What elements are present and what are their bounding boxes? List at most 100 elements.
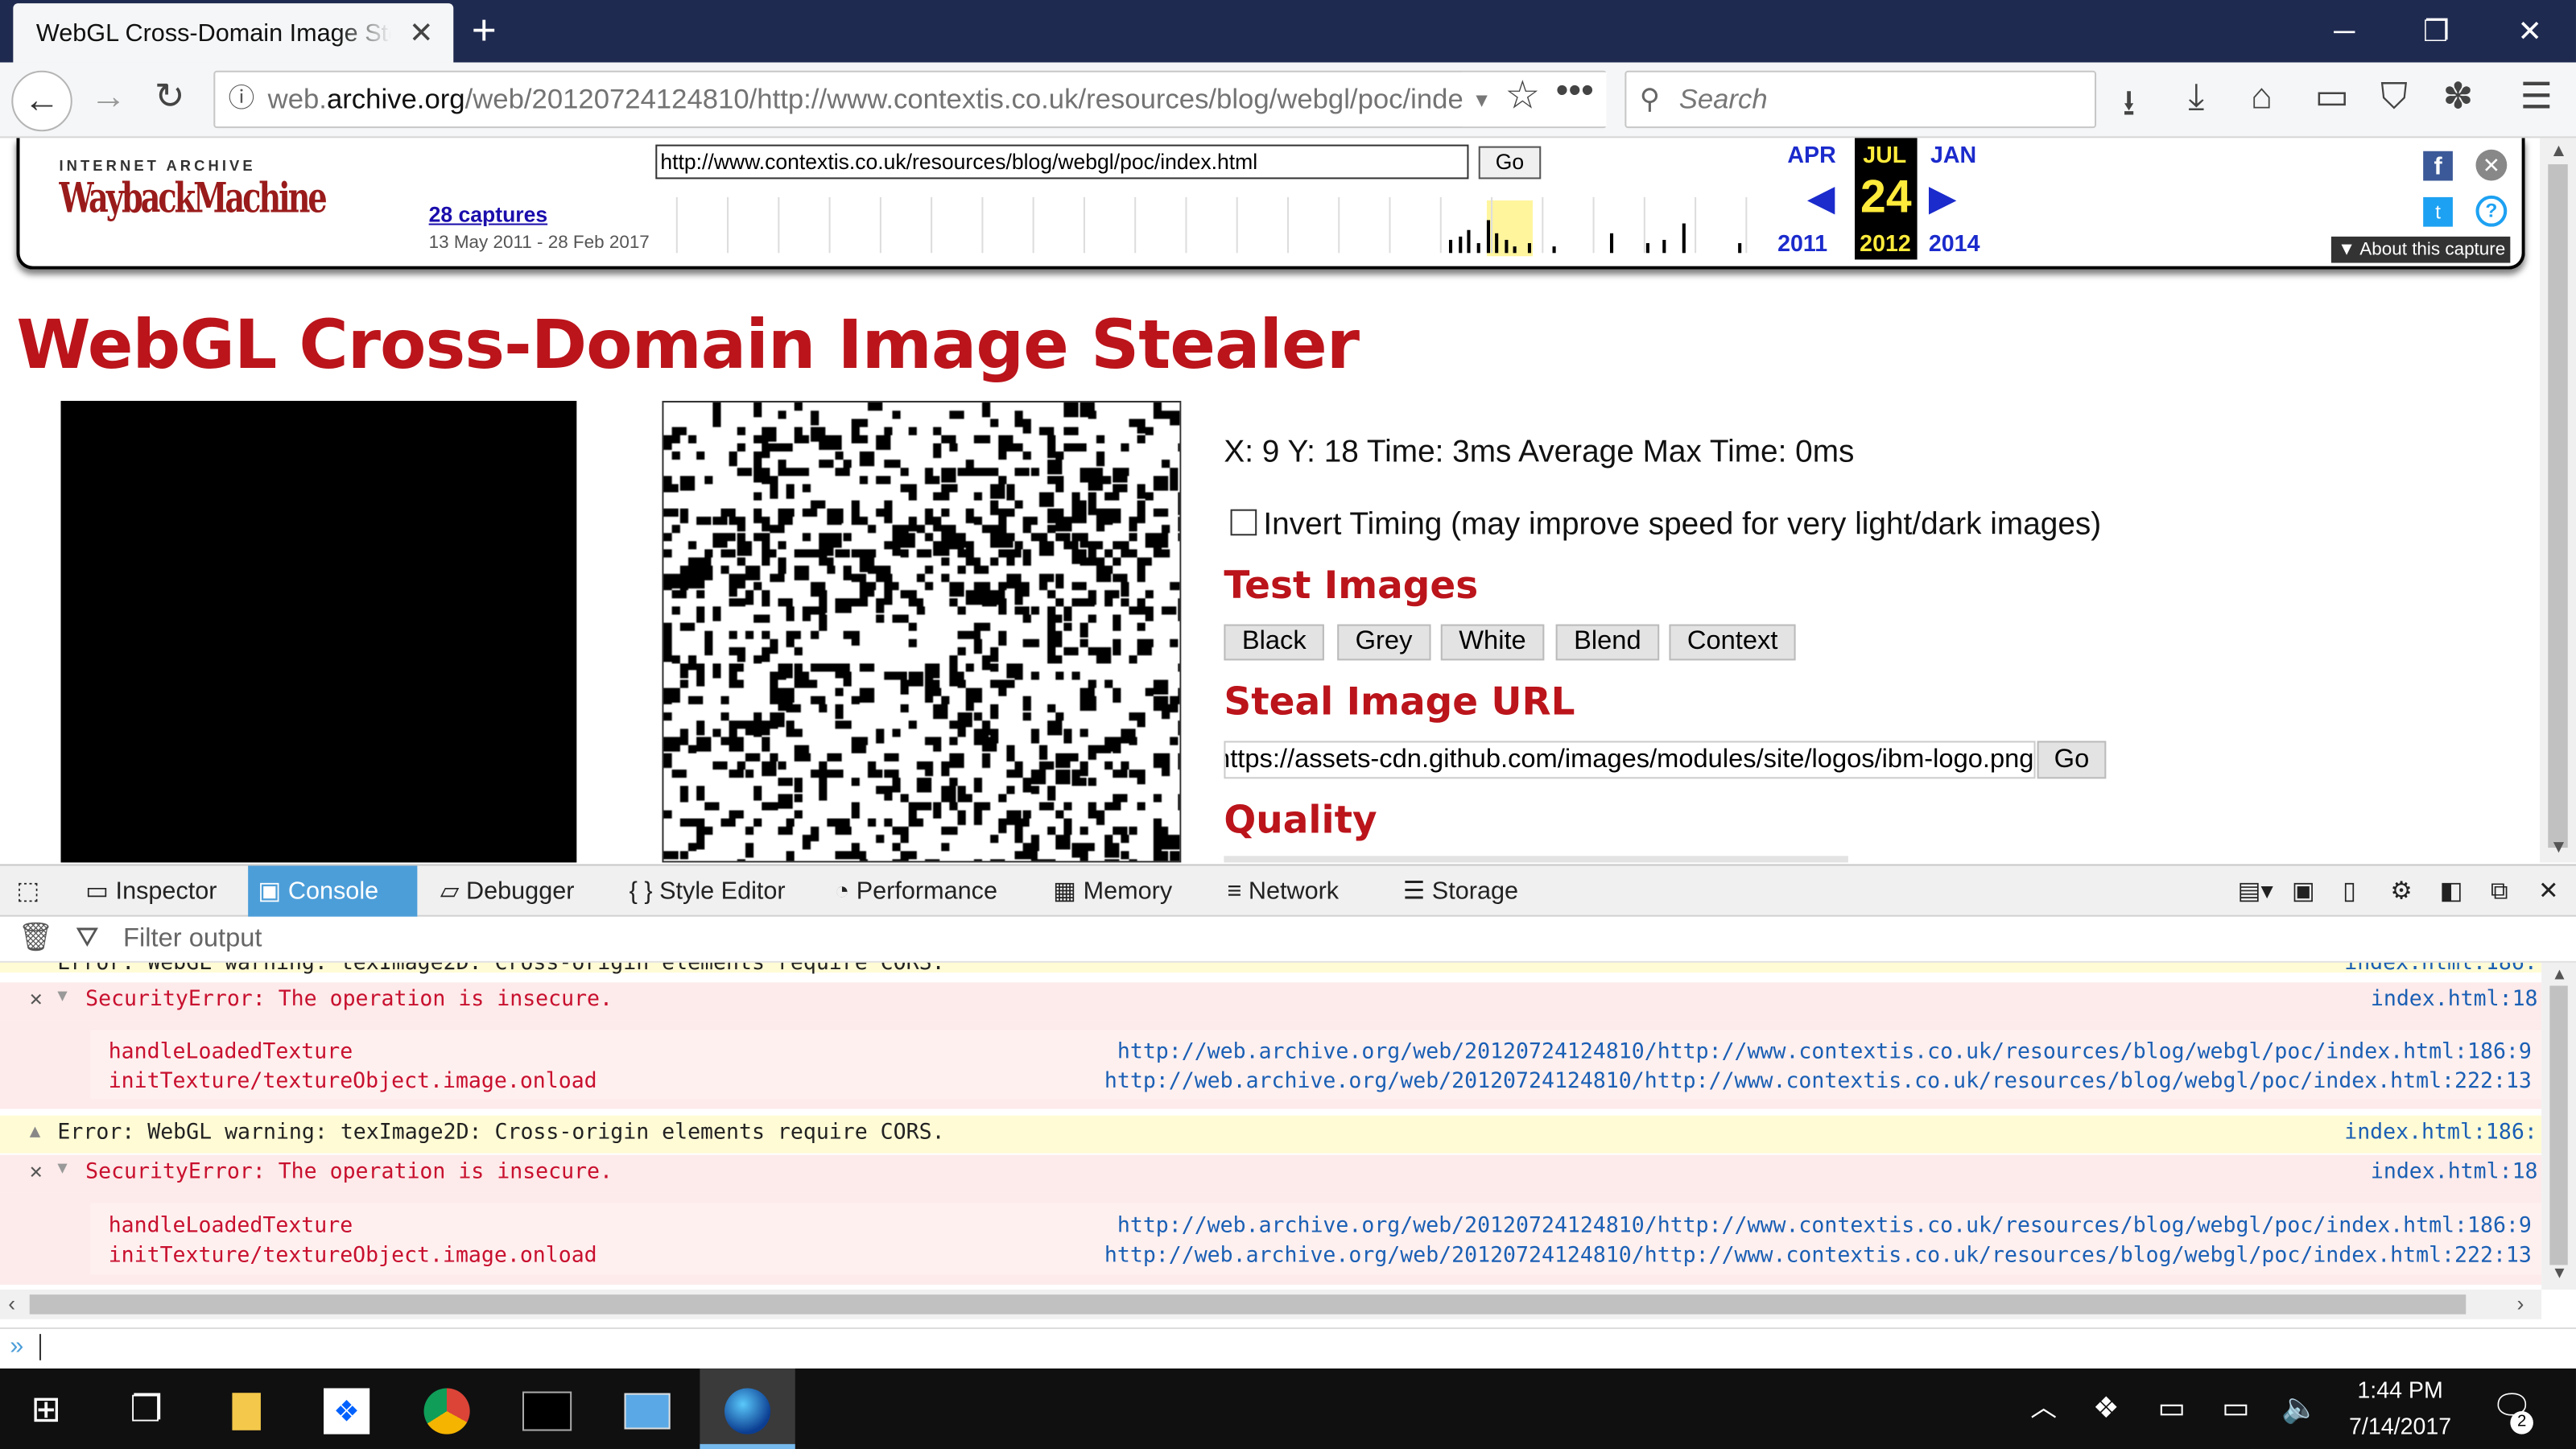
photos-icon[interactable] <box>605 1368 690 1449</box>
console-scroll-thumb[interactable] <box>2549 985 2568 1265</box>
notifications-icon[interactable]: 🗨 <box>2469 1368 2554 1449</box>
expand-icon[interactable]: ▼ <box>57 988 67 1005</box>
horizontal-scrollbar[interactable]: ‹ › <box>0 1290 2542 1319</box>
split-console-icon[interactable]: ▣ <box>2282 866 2315 917</box>
file-explorer-icon[interactable]: ▇ <box>204 1368 289 1449</box>
reload-icon[interactable]: ↻ <box>155 76 185 118</box>
dock-side-icon[interactable]: ◧ <box>2429 866 2463 917</box>
stack-trace: handleLoadedTexture http://web.archive.o… <box>0 1020 2542 1109</box>
url-domain: archive.org <box>326 84 465 115</box>
undock-icon[interactable]: ⧉ <box>2481 866 2508 917</box>
scroll-up-icon[interactable]: ▲ <box>2549 142 2567 161</box>
stack-url[interactable]: http://web.archive.org/web/2012072412481… <box>1117 1040 2532 1065</box>
test-white-button[interactable]: White <box>1440 624 1545 661</box>
tab-memory[interactable]: ▦ Memory <box>1043 866 1204 917</box>
prev-month[interactable]: APR <box>1787 142 1835 168</box>
tab-close-icon[interactable]: ✕ <box>409 16 434 51</box>
console-scrollbar[interactable]: ▲ ▼ <box>2541 962 2576 1290</box>
chrome-icon[interactable] <box>404 1368 489 1449</box>
forward-arrow-icon[interactable]: → <box>90 76 126 118</box>
test-context-button[interactable]: Context <box>1669 624 1796 661</box>
tab-network[interactable]: ≡ Network <box>1217 866 1375 917</box>
download-icon[interactable]: ⤓ <box>2188 76 2204 118</box>
steal-go-button[interactable]: Go <box>2037 741 2107 779</box>
close-devtools-icon[interactable]: ✕ <box>2529 866 2559 917</box>
page-scrollbar[interactable]: ▲ ▼ <box>2540 138 2576 863</box>
start-icon[interactable]: ⊞ <box>3 1368 89 1449</box>
scroll-left-icon[interactable]: ‹ <box>8 1291 15 1316</box>
wayback-logo[interactable]: WaybackMachine <box>59 174 327 221</box>
star-icon[interactable]: ☆ <box>1505 72 1540 120</box>
filter-output-input[interactable]: Filter output <box>123 925 262 955</box>
url-bar[interactable]: ⓘ web.archive.org/web/20120724124810/htt… <box>213 70 1607 129</box>
trash-icon[interactable]: 🗑 <box>18 922 53 955</box>
next-year[interactable]: 2014 <box>1929 230 1980 257</box>
captures-link[interactable]: 28 captures <box>429 202 547 227</box>
twitter-icon[interactable]: t <box>2423 196 2453 227</box>
tab-performance[interactable]: ◔ Performance <box>824 866 1031 917</box>
element-picker-icon[interactable]: ⬚ <box>6 866 65 917</box>
layout-icon[interactable]: ▤▾ <box>2227 866 2273 917</box>
dropdown-icon[interactable]: ▼ <box>1472 89 1492 112</box>
prev-capture-icon[interactable]: ◀ <box>1807 177 1835 220</box>
stack-url[interactable]: http://web.archive.org/web/2012072412481… <box>1104 1244 2532 1269</box>
stack-url[interactable]: http://web.archive.org/web/2012072412481… <box>1117 1214 2532 1239</box>
warning-message: Error: WebGL warning: texImage2D: Cross-… <box>57 962 945 976</box>
menu-icon[interactable]: ☰ <box>2520 76 2553 118</box>
minimize-icon[interactable]: ─ <box>2311 10 2377 52</box>
warning-location[interactable]: index.html:186: <box>2344 1121 2537 1146</box>
info-icon[interactable]: ⓘ <box>229 72 255 126</box>
more-icon[interactable]: ••• <box>1556 69 1594 112</box>
clock-date[interactable]: 7/14/2017 <box>2326 1413 2475 1439</box>
terminal-icon[interactable] <box>505 1368 590 1449</box>
error-location[interactable]: index.html:18 <box>2371 1160 2538 1185</box>
library-icon[interactable]: ⭳ <box>2123 76 2136 138</box>
scroll-right-icon[interactable]: › <box>2517 1291 2524 1316</box>
firefox-icon[interactable] <box>700 1368 795 1449</box>
search-input[interactable]: ⚲ Search <box>1624 70 2097 129</box>
dropbox-icon[interactable]: ❖ <box>304 1368 390 1449</box>
capture-sparkline[interactable] <box>657 194 1774 257</box>
h-scroll-thumb[interactable] <box>29 1294 2467 1315</box>
error-location[interactable]: index.html:18 <box>2371 988 2538 1013</box>
task-view-icon[interactable]: ❐ <box>104 1368 189 1449</box>
console-input[interactable]: » <box>0 1327 2576 1367</box>
test-black-button[interactable]: Black <box>1224 624 1325 661</box>
extension-icon[interactable]: ✽ <box>2443 76 2474 118</box>
wayback-url-input[interactable]: http://www.contextis.co.uk/resources/blo… <box>655 144 1469 180</box>
warning-location[interactable]: index.html:186: <box>2344 963 2537 976</box>
settings-gear-icon[interactable]: ⚙ <box>2380 866 2412 917</box>
tab-storage[interactable]: ☰ Storage <box>1393 866 1542 917</box>
responsive-icon[interactable]: ▯ <box>2333 866 2356 917</box>
back-arrow-icon[interactable]: ← <box>11 70 72 132</box>
next-capture-icon[interactable]: ▶ <box>1929 177 1957 220</box>
invert-timing-checkbox[interactable] <box>1230 509 1257 536</box>
test-grey-button[interactable]: Grey <box>1337 624 1430 661</box>
close-toolbar-icon[interactable]: ✕ <box>2475 149 2508 181</box>
expand-icon[interactable]: ▼ <box>57 1160 67 1178</box>
test-blend-button[interactable]: Blend <box>1555 624 1660 661</box>
tab-inspector[interactable]: ▭ Inspector <box>76 866 243 917</box>
tab-style-editor[interactable]: { } Style Editor <box>619 866 819 917</box>
wayback-go-button[interactable]: Go <box>1478 146 1542 180</box>
restore-icon[interactable]: ❐ <box>2404 10 2470 52</box>
sidebar-icon[interactable]: ▭ <box>2314 76 2348 118</box>
next-month[interactable]: JAN <box>1930 142 1976 168</box>
stack-url[interactable]: http://web.archive.org/web/2012072412481… <box>1104 1070 2532 1095</box>
pocket-icon[interactable]: ⛉ <box>2380 76 2408 118</box>
help-icon[interactable]: ? <box>2475 195 2508 227</box>
steal-url-input[interactable]: https://assets-cdn.github.com/images/mod… <box>1224 741 2036 779</box>
tab-debugger[interactable]: ▱ Debugger <box>431 866 611 917</box>
about-capture-button[interactable]: ▼ About this capture <box>2330 236 2511 263</box>
scroll-down-icon[interactable]: ▼ <box>2549 838 2567 857</box>
browser-tab[interactable]: WebGL Cross-Domain Image Stealer ✕ <box>13 3 454 63</box>
tab-label: Inspector <box>115 877 217 906</box>
close-window-icon[interactable]: ✕ <box>2497 10 2563 52</box>
new-tab-icon[interactable]: + <box>472 6 497 52</box>
tab-console[interactable]: ▣ Console <box>248 865 418 917</box>
clock-time[interactable]: 1:44 PM <box>2326 1377 2475 1403</box>
scroll-thumb[interactable] <box>2548 164 2568 848</box>
home-icon[interactable]: ⌂ <box>2251 76 2273 118</box>
facebook-icon[interactable]: f <box>2423 151 2453 181</box>
prev-year[interactable]: 2011 <box>1777 230 1827 257</box>
